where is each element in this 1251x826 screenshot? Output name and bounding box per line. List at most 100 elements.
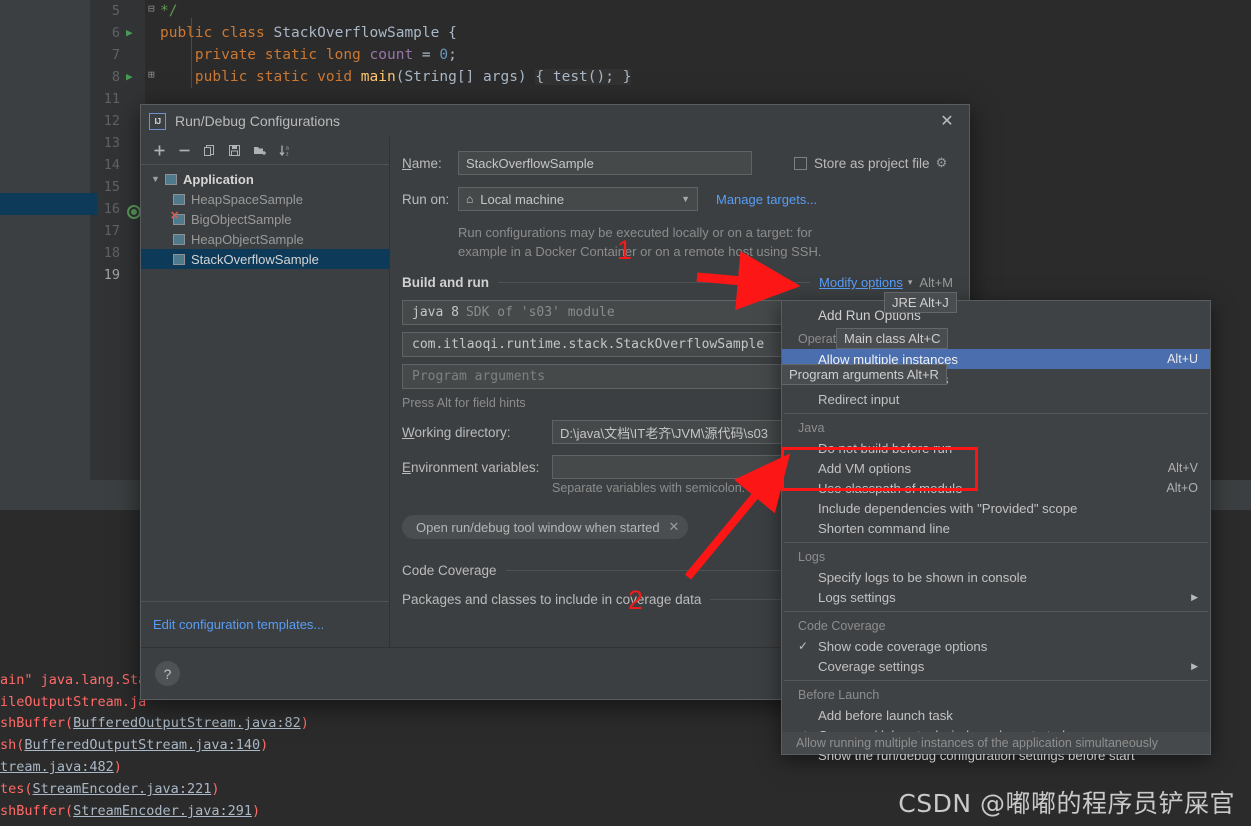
menu-item-shorten-command-line[interactable]: Shorten command line <box>782 518 1210 538</box>
menu-separator <box>784 680 1208 681</box>
tree-item-label: StackOverflowSample <box>191 251 319 267</box>
packages-title: Packages and classes to include in cover… <box>402 592 702 607</box>
watermark: CSDN @嘟嘟的程序员铲屎官 <box>898 789 1235 818</box>
config-icon <box>173 193 185 205</box>
line-number: 6 <box>111 25 120 41</box>
close-icon[interactable]: ✕ <box>937 111 957 131</box>
modify-options-shortcut: Alt+M <box>919 275 953 290</box>
tree-item-heapspacesample[interactable]: HeapSpaceSample <box>141 189 389 209</box>
menu-group-code-coverage: Code Coverage <box>798 619 886 633</box>
tooltip-program-arguments: Program arguments Alt+R <box>781 364 947 385</box>
menu-item-coverage-settings[interactable]: Coverage settings ▶ <box>782 656 1210 676</box>
run-on-value: Local machine <box>480 191 565 207</box>
new-folder-icon[interactable] <box>253 144 267 157</box>
console-line: tes(StreamEncoder.java:221) <box>0 781 220 797</box>
manage-targets-link[interactable]: Manage targets... <box>716 192 817 207</box>
home-icon: ⌂ <box>466 192 474 206</box>
open-tool-window-chip[interactable]: Open run/debug tool window when started … <box>402 515 689 539</box>
menu-group-java: Java <box>798 421 825 435</box>
intellij-logo-icon: IJ <box>149 112 166 130</box>
close-icon[interactable]: ✕ <box>669 519 680 535</box>
line-number: 18 <box>103 245 120 261</box>
svg-text:z: z <box>286 152 289 158</box>
remove-icon[interactable] <box>178 144 191 157</box>
menu-separator <box>784 413 1208 414</box>
tree-item-stackoverflowsample[interactable]: StackOverflowSample <box>141 249 389 269</box>
check-icon: ✓ <box>798 639 809 653</box>
run-line-icon[interactable]: ▶ <box>126 70 133 83</box>
chevron-down-icon[interactable]: ▼ <box>681 194 690 204</box>
menu-item-show-code-coverage-options[interactable]: ✓ Show code coverage options <box>782 636 1210 656</box>
annotation-highlight-box <box>781 447 978 491</box>
menu-item-shortcut: Alt+U <box>1167 352 1198 366</box>
tooltip-jre: JRE Alt+J <box>884 292 957 313</box>
run-line-icon[interactable]: ▶ <box>126 26 133 39</box>
tree-item-bigobjectsample[interactable]: BigObjectSample <box>141 209 389 229</box>
tree-node-application[interactable]: ▼ Application <box>141 169 389 189</box>
edit-configuration-templates-link[interactable]: Edit configuration templates... <box>153 617 324 632</box>
fold-collapse-icon[interactable]: ⊟ <box>148 2 155 15</box>
config-icon <box>173 253 185 265</box>
line-number: 17 <box>103 223 120 239</box>
line-number: 13 <box>103 135 120 151</box>
menu-item-add-before-launch-task[interactable]: Add before launch task <box>782 705 1210 725</box>
chevron-right-icon: ▶ <box>1191 591 1198 602</box>
tooltip-main-class: Main class Alt+C <box>836 328 949 349</box>
fold-expand-icon[interactable]: ⊞ <box>148 68 155 81</box>
tree-item-label: HeapObjectSample <box>191 231 304 247</box>
dialog-title: Run/Debug Configurations <box>175 113 340 129</box>
menu-item-label: Logs settings <box>818 589 896 605</box>
add-icon[interactable] <box>153 144 166 157</box>
menu-item-label: Shorten command line <box>818 520 950 536</box>
store-as-project-file-checkbox[interactable] <box>794 156 807 170</box>
menu-header: Add Run Options <box>818 307 921 323</box>
configurations-left-pane: a z ▼ Application HeapSpaceSample ✕ BigO… <box>141 137 390 647</box>
run-hint-line-2: example in a Docker Container or on a re… <box>458 244 822 259</box>
console-line: ain" java.lang.Sta <box>0 672 147 688</box>
application-icon <box>165 173 177 185</box>
left-pane-footer: Edit configuration templates... <box>141 601 389 647</box>
menu-item-specify-logs[interactable]: Specify logs to be shown in console <box>782 567 1210 587</box>
store-as-project-file-label: Store as project file <box>814 155 930 171</box>
menu-item-redirect-input[interactable]: Redirect input <box>782 389 1210 409</box>
gear-icon[interactable]: ⚙ <box>936 155 948 171</box>
line-number: 8 <box>111 69 120 85</box>
chevron-down-icon[interactable]: ▼ <box>151 174 165 184</box>
chevron-down-icon[interactable]: ▾ <box>908 277 913 288</box>
name-row: Name: StackOverflowSample Store as proje… <box>402 151 953 175</box>
menu-item-label: Add before launch task <box>818 707 953 723</box>
save-icon[interactable] <box>228 144 241 157</box>
console-line: shBuffer(BufferedOutputStream.java:82) <box>0 715 309 731</box>
copy-icon[interactable] <box>203 144 216 157</box>
menu-item-label: Coverage settings <box>818 658 925 674</box>
console-line: shBuffer(StreamEncoder.java:291) <box>0 803 261 819</box>
menu-status-bar: Allow running multiple instances of the … <box>782 732 1210 754</box>
line-number: 15 <box>103 179 120 195</box>
annotation-number-2: 2 <box>628 585 644 615</box>
help-icon[interactable]: ? <box>155 661 180 686</box>
line-number: 11 <box>103 91 120 107</box>
menu-item-shortcut: Alt+O <box>1166 481 1198 495</box>
menu-separator <box>784 611 1208 612</box>
name-label: Name: <box>402 155 442 171</box>
modify-options-link[interactable]: Modify options <box>819 275 903 290</box>
menu-item-label: Redirect input <box>818 391 900 407</box>
environment-variables-label: Environment variables: <box>402 459 540 475</box>
tree-item-label: HeapSpaceSample <box>191 191 304 207</box>
jdk-module-hint: SDK of 's03' module <box>465 305 615 320</box>
run-on-row: Run on: ⌂ Local machine ▼ Manage targets… <box>402 187 953 211</box>
tree-item-heapobjectsample[interactable]: HeapObjectSample <box>141 229 389 249</box>
run-on-label: Run on: <box>402 191 450 207</box>
run-gutter-marker-icon[interactable] <box>127 205 141 219</box>
line-number: 16 <box>103 201 120 217</box>
menu-item-logs-settings[interactable]: Logs settings ▶ <box>782 587 1210 607</box>
chip-label: Open run/debug tool window when started <box>416 519 660 535</box>
run-on-dropdown[interactable]: ⌂ Local machine ▼ <box>458 187 698 211</box>
sort-alpha-icon[interactable]: a z <box>279 144 293 157</box>
annotation-number-1: 1 <box>617 235 633 265</box>
name-input[interactable]: StackOverflowSample <box>458 151 752 175</box>
tree-node-label: Application <box>183 171 254 187</box>
configurations-tree[interactable]: ▼ Application HeapSpaceSample BigObjectS… <box>141 165 389 601</box>
console-line: ileOutputStream.ja <box>0 694 147 710</box>
menu-item-include-provided-scope[interactable]: Include dependencies with "Provided" sco… <box>782 498 1210 518</box>
